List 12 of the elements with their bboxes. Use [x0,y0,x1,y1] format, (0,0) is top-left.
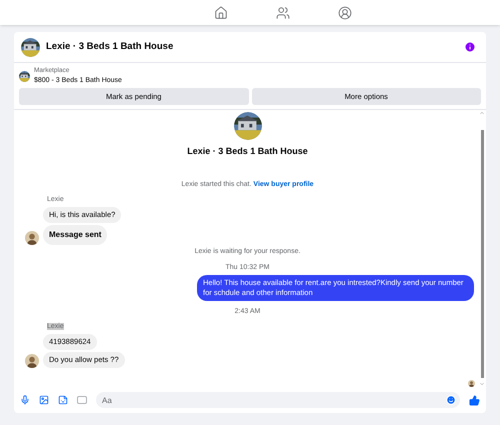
home-icon[interactable] [214,6,228,20]
conversation-title: Lexie · 3 Beds 1 Bath House [46,40,174,54]
profile-icon[interactable] [338,6,352,20]
sticker-icon[interactable] [58,395,68,405]
message-bubble: Message sent [43,225,108,245]
image-icon[interactable] [39,395,49,405]
microphone-icon[interactable] [20,395,30,405]
people-icon[interactable] [276,6,290,20]
like-icon[interactable] [469,394,480,406]
info-icon[interactable] [464,41,476,53]
message-input[interactable]: Aa [96,392,460,408]
chat-header-title: Lexie · 3 Beds 1 Bath House [187,146,308,156]
